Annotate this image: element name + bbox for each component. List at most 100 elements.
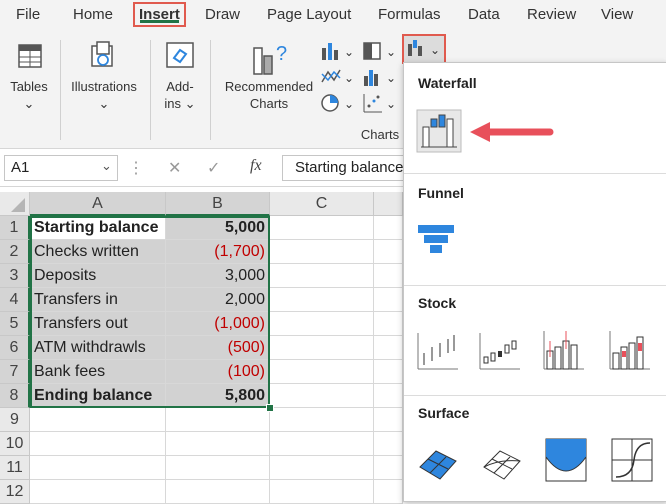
- chevron-down-icon[interactable]: ⌄: [101, 158, 112, 174]
- tables-button[interactable]: Tables ⌄: [4, 78, 54, 112]
- addins-icon[interactable]: [164, 40, 196, 70]
- select-all-corner[interactable]: [0, 192, 30, 216]
- addins-button[interactable]: Add-ins ⌄: [156, 78, 204, 112]
- row-header[interactable]: 10: [0, 432, 30, 456]
- row-header[interactable]: 7: [0, 360, 30, 384]
- row-header[interactable]: 5: [0, 312, 30, 336]
- tab-file[interactable]: File: [16, 6, 40, 23]
- cell-c9[interactable]: [270, 408, 374, 432]
- waterfall-option[interactable]: [416, 109, 462, 153]
- cell-c1[interactable]: [270, 216, 374, 240]
- cell-b11[interactable]: [166, 456, 270, 480]
- enter-icon[interactable]: ✓: [207, 158, 220, 178]
- waterfall-chart-button[interactable]: ⌄: [402, 34, 446, 64]
- column-chart-button[interactable]: ⌄: [320, 40, 356, 62]
- fill-handle[interactable]: [266, 404, 274, 412]
- formula-input[interactable]: Starting balance: [282, 155, 404, 181]
- tab-view[interactable]: View: [601, 6, 633, 23]
- svg-text:⌄: ⌄: [344, 97, 354, 111]
- tab-home[interactable]: Home: [73, 6, 113, 23]
- illustrations-icon[interactable]: [88, 40, 118, 70]
- stock-vhlc-option[interactable]: [542, 327, 586, 373]
- cell-c11[interactable]: [270, 456, 374, 480]
- insert-function-icon[interactable]: fx: [250, 157, 262, 175]
- wireframe-contour-option[interactable]: [610, 437, 654, 483]
- stock-vohlc-option[interactable]: [608, 327, 652, 373]
- cell-c5[interactable]: [270, 312, 374, 336]
- cell-c10[interactable]: [270, 432, 374, 456]
- cell-c3[interactable]: [270, 264, 374, 288]
- cell-d10[interactable]: [374, 432, 403, 456]
- row-header[interactable]: 12: [0, 480, 30, 504]
- cell-d1[interactable]: [374, 216, 403, 240]
- cell-d6[interactable]: [374, 336, 403, 360]
- tables-icon[interactable]: [16, 42, 44, 70]
- stock-ohlc-option[interactable]: [478, 329, 522, 373]
- surface-3d-option[interactable]: [416, 439, 460, 483]
- cell-d5[interactable]: [374, 312, 403, 336]
- illustrations-button[interactable]: Illustrations ⌄: [64, 78, 144, 112]
- formula-options-icon[interactable]: ⋮: [128, 158, 144, 178]
- chevron-down-icon: ⌄: [23, 96, 35, 111]
- tab-insert[interactable]: Insert: [133, 2, 186, 27]
- recommended-charts-icon[interactable]: ?: [250, 38, 290, 78]
- cell-b12[interactable]: [166, 480, 270, 504]
- row-header[interactable]: 8: [0, 384, 30, 408]
- row-header[interactable]: 3: [0, 264, 30, 288]
- tab-page-layout[interactable]: Page Layout: [267, 6, 351, 23]
- column-header-c[interactable]: C: [270, 192, 374, 216]
- cell-c8[interactable]: [270, 384, 374, 408]
- stock-hlc-option[interactable]: [416, 329, 460, 373]
- line-chart-button[interactable]: ⌄: [320, 66, 356, 88]
- cell-d7[interactable]: [374, 360, 403, 384]
- scatter-chart-button[interactable]: ⌄: [362, 92, 398, 114]
- tab-draw[interactable]: Draw: [205, 6, 240, 23]
- chevron-down-icon: ⌄: [98, 96, 110, 111]
- cell-d12[interactable]: [374, 480, 403, 504]
- recommended-charts-button[interactable]: Recommended Charts: [218, 78, 320, 112]
- row-header[interactable]: 6: [0, 336, 30, 360]
- column-header-b[interactable]: B: [166, 192, 270, 216]
- column-header-a[interactable]: A: [30, 192, 166, 216]
- recommended-label: Recommended: [224, 79, 314, 94]
- cell-a12[interactable]: [30, 480, 166, 504]
- tab-data[interactable]: Data: [468, 6, 500, 23]
- cell-a9[interactable]: [30, 408, 166, 432]
- hierarchy-chart-button[interactable]: ⌄: [362, 40, 398, 62]
- cell-c2[interactable]: [270, 240, 374, 264]
- row-header[interactable]: 2: [0, 240, 30, 264]
- cell-c7[interactable]: [270, 360, 374, 384]
- chevron-down-icon: ⌄: [184, 96, 196, 111]
- cell-d2[interactable]: [374, 240, 403, 264]
- tab-review[interactable]: Review: [527, 6, 576, 23]
- contour-option[interactable]: [544, 437, 588, 483]
- tab-formulas[interactable]: Formulas: [378, 6, 441, 23]
- svg-text:⌄: ⌄: [386, 71, 396, 85]
- divider: [404, 285, 666, 286]
- cell-c4[interactable]: [270, 288, 374, 312]
- cell-d11[interactable]: [374, 456, 403, 480]
- cell-d3[interactable]: [374, 264, 403, 288]
- cell-d9[interactable]: [374, 408, 403, 432]
- row-header[interactable]: 1: [0, 216, 30, 240]
- cell-d8[interactable]: [374, 384, 403, 408]
- group-divider: [210, 40, 211, 140]
- name-box[interactable]: A1 ⌄: [4, 155, 118, 181]
- column-header-d[interactable]: [374, 192, 403, 216]
- cell-c12[interactable]: [270, 480, 374, 504]
- cancel-icon[interactable]: ✕: [168, 158, 181, 178]
- pie-chart-button[interactable]: ⌄: [320, 92, 356, 114]
- cell-a10[interactable]: [30, 432, 166, 456]
- cell-b9[interactable]: [166, 408, 270, 432]
- wireframe-surface-option[interactable]: [480, 439, 524, 483]
- row-header[interactable]: 11: [0, 456, 30, 480]
- statistic-chart-button[interactable]: ⌄: [362, 66, 398, 88]
- cell-d4[interactable]: [374, 288, 403, 312]
- cell-a11[interactable]: [30, 456, 166, 480]
- row-header[interactable]: 4: [0, 288, 30, 312]
- cell-b10[interactable]: [166, 432, 270, 456]
- funnel-option[interactable]: [416, 221, 456, 259]
- divider: [404, 395, 666, 396]
- cell-c6[interactable]: [270, 336, 374, 360]
- row-header[interactable]: 9: [0, 408, 30, 432]
